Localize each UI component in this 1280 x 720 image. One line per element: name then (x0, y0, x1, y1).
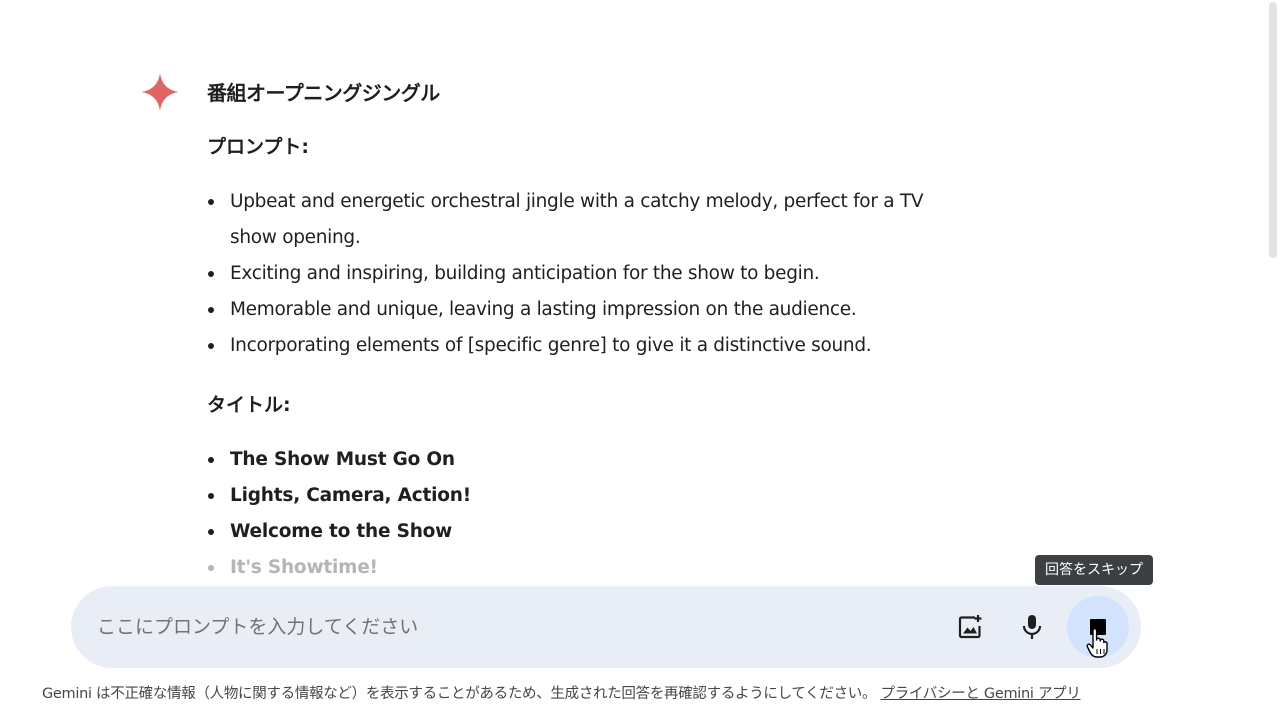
title-list: The Show Must Go On Lights, Camera, Acti… (207, 442, 967, 586)
bullet-dot (208, 457, 214, 463)
list-item-text: Exciting and inspiring, building anticip… (230, 263, 820, 284)
add-image-button[interactable] (946, 603, 994, 651)
scrollbar[interactable] (1266, 0, 1280, 720)
list-item: The Show Must Go On (207, 442, 967, 478)
list-item-text: Upbeat and energetic orchestral jingle w… (230, 191, 924, 248)
list-item: Incorporating elements of [specific genr… (207, 328, 967, 364)
response-area: 番組オープニングジングル プロンプト: Upbeat and energetic… (0, 0, 1260, 586)
list-item: Welcome to the Show (207, 514, 967, 550)
list-item: Memorable and unique, leaving a lasting … (207, 292, 967, 328)
bullet-dot (208, 271, 214, 277)
list-item-text: It's Showtime! (230, 557, 378, 578)
response-title: 番組オープニングジングル (207, 81, 440, 105)
scrollbar-thumb[interactable] (1269, 2, 1277, 258)
bullet-dot (208, 307, 214, 313)
add-image-icon (958, 615, 982, 639)
list-item-text: Lights, Camera, Action! (230, 485, 472, 506)
microphone-icon (1022, 615, 1042, 639)
list-item-text: Welcome to the Show (230, 521, 453, 542)
bullet-dot (208, 199, 214, 205)
gemini-sparkle-icon (141, 73, 179, 111)
bullet-dot (208, 493, 214, 499)
prompt-heading: プロンプト: (207, 136, 310, 158)
list-item-text: Incorporating elements of [specific genr… (230, 335, 872, 356)
disclaimer-footer: Gemini は不正確な情報（人物に関する情報など）を表示することがあるため、生… (42, 682, 1081, 703)
privacy-link[interactable]: プライバシーと Gemini アプリ (880, 686, 1080, 702)
bullet-dot (208, 343, 214, 349)
bullet-dot (208, 565, 214, 571)
prompt-input[interactable] (97, 610, 917, 644)
list-item-text: The Show Must Go On (230, 449, 455, 470)
list-item: It's Showtime! (207, 550, 967, 586)
list-item: Lights, Camera, Action! (207, 478, 967, 514)
microphone-button[interactable] (1008, 603, 1056, 651)
prompt-list: Upbeat and energetic orchestral jingle w… (207, 184, 967, 364)
gemini-chat-page: 番組オープニングジングル プロンプト: Upbeat and energetic… (0, 0, 1280, 720)
hand-cursor-icon (1086, 628, 1108, 658)
list-item: Exciting and inspiring, building anticip… (207, 256, 967, 292)
disclaimer-text: Gemini は不正確な情報（人物に関する情報など）を表示することがあるため、生… (42, 686, 877, 702)
title-heading: タイトル: (207, 394, 291, 416)
list-item: Upbeat and energetic orchestral jingle w… (207, 184, 967, 256)
list-item-text: Memorable and unique, leaving a lasting … (230, 299, 857, 320)
prompt-bar (71, 586, 1141, 668)
skip-response-tooltip: 回答をスキップ (1035, 555, 1153, 585)
bullet-dot (208, 529, 214, 535)
